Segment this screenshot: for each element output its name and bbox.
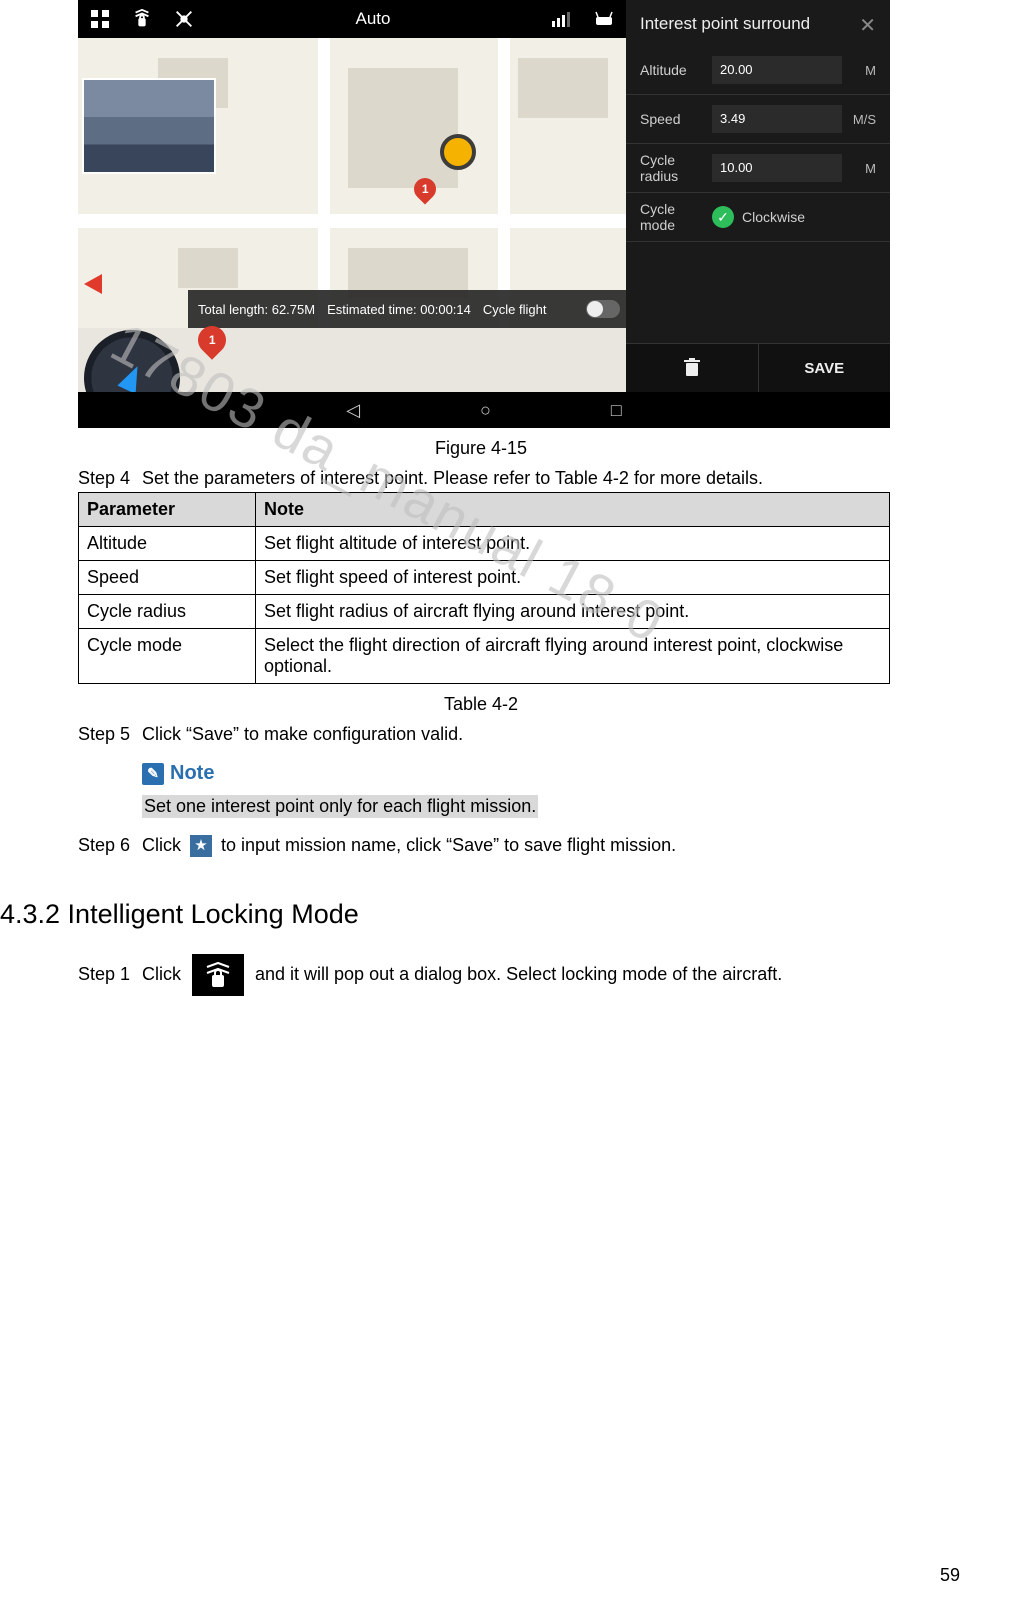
table-row: AltitudeSet flight altitude of interest … — [79, 527, 890, 561]
step4-text: Set the parameters of interest point. Pl… — [142, 468, 763, 488]
speed-row: Speed 3.49 M/S — [626, 95, 890, 144]
page-number: 59 — [940, 1565, 960, 1586]
estimated-time-label: Estimated time: 00:00:14 — [327, 302, 471, 317]
nav-recent-icon[interactable]: □ — [611, 400, 622, 421]
cycle-mode-row: Cycle mode ✓ Clockwise — [626, 193, 890, 242]
flight-info-strip: Total length: 62.75M Estimated time: 00:… — [188, 290, 626, 328]
step6-text-post: to input mission name, click “Save” to s… — [216, 835, 676, 855]
nav-home-icon[interactable]: ○ — [480, 400, 491, 421]
speed-label: Speed — [640, 111, 712, 127]
note-text: Set one interest point only for each fli… — [142, 795, 538, 818]
map-view[interactable]: 1 — [78, 38, 626, 328]
flight-mode-label[interactable]: Auto — [214, 9, 532, 29]
figure-caption: Figure 4-15 — [0, 438, 962, 459]
step6-text-pre: Click — [142, 835, 186, 855]
cycle-mode-value: Clockwise — [742, 209, 805, 225]
cycle-radius-input[interactable]: 10.00 — [712, 154, 842, 182]
nav-back-icon[interactable]: ◁ — [346, 400, 360, 421]
step1-label: Step 1 — [78, 961, 142, 988]
note-header: Note — [256, 493, 890, 527]
note-heading: ✎Note — [142, 762, 214, 785]
step1-text-pre: Click — [142, 964, 186, 984]
arrow-left-icon[interactable] — [84, 274, 102, 294]
cycle-mode-label: Cycle mode — [640, 201, 712, 233]
step6-label: Step 6 — [78, 832, 142, 859]
app-screenshot: Auto 1 Total length: 62.75M Est — [78, 0, 890, 428]
step4-label: Step 4 — [78, 465, 142, 492]
altitude-label: Altitude — [640, 62, 712, 78]
total-length-label: Total length: 62.75M — [198, 302, 315, 317]
drone-icon[interactable] — [172, 7, 196, 31]
compass-needle-icon — [117, 362, 146, 394]
table-caption: Table 4-2 — [0, 694, 962, 715]
camera-thumbnail[interactable] — [82, 78, 216, 174]
table-row: Cycle radiusSet flight radius of aircraf… — [79, 595, 890, 629]
section-heading: 4.3.2 Intelligent Locking Mode — [0, 899, 962, 930]
waypoint-pin[interactable]: 1 — [198, 326, 226, 362]
interest-point-panel: Interest point surround ✕ Altitude 20.00… — [626, 0, 890, 428]
altitude-input[interactable]: 20.00 — [712, 56, 842, 84]
remote-icon — [592, 7, 616, 31]
android-nav-bar: ◁ ○ □ — [78, 392, 890, 428]
speed-input[interactable]: 3.49 — [712, 105, 842, 133]
step1-text-post: and it will pop out a dialog box. Select… — [250, 964, 782, 984]
panel-title: Interest point surround — [640, 14, 810, 34]
speed-unit: M/S — [842, 112, 876, 127]
step5-text: Click “Save” to make configuration valid… — [142, 724, 463, 744]
step5-label: Step 5 — [78, 721, 142, 748]
altitude-row: Altitude 20.00 M — [626, 46, 890, 95]
table-row: SpeedSet flight speed of interest point. — [79, 561, 890, 595]
star-icon — [190, 835, 212, 857]
close-icon[interactable]: ✕ — [859, 14, 876, 38]
grid-icon[interactable] — [88, 7, 112, 31]
checkmark-icon[interactable]: ✓ — [712, 206, 734, 228]
parameter-table: Parameter Note AltitudeSet flight altitu… — [78, 492, 890, 684]
locking-mode-icon — [192, 954, 244, 996]
map-pin[interactable]: 1 — [414, 178, 436, 208]
delete-button[interactable] — [626, 344, 759, 392]
table-row: Cycle modeSelect the flight direction of… — [79, 629, 890, 684]
interest-point-center-icon — [440, 134, 476, 170]
signal-icon — [550, 7, 574, 31]
cycle-radius-unit: M — [842, 161, 876, 176]
altitude-unit: M — [842, 63, 876, 78]
save-button[interactable]: SAVE — [759, 344, 891, 392]
param-header: Parameter — [79, 493, 256, 527]
cycle-flight-toggle[interactable] — [586, 300, 620, 318]
cycle-radius-row: Cycle radius 10.00 M — [626, 144, 890, 193]
cycle-radius-label: Cycle radius — [640, 152, 712, 184]
lock-mode-icon[interactable] — [130, 7, 154, 31]
status-bar: Auto — [78, 0, 626, 38]
note-icon: ✎ — [142, 763, 164, 785]
cycle-flight-label: Cycle flight — [483, 302, 547, 317]
